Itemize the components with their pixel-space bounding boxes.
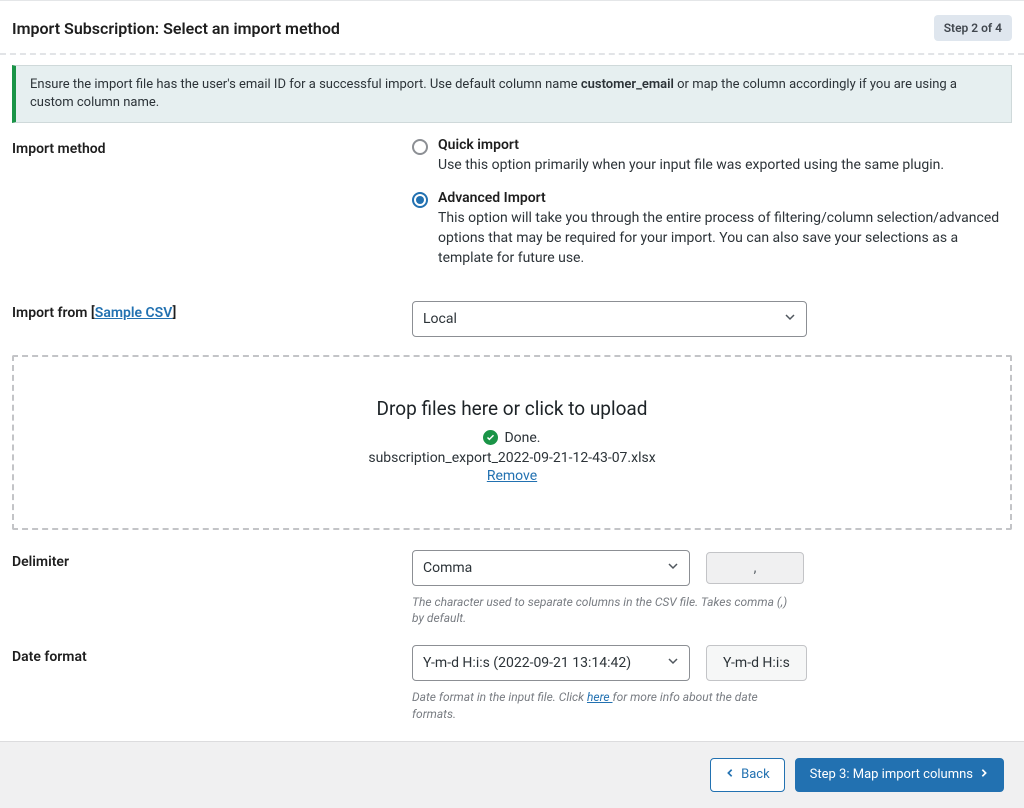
- delimiter-input[interactable]: ,: [706, 552, 804, 584]
- check-circle-icon: [483, 430, 498, 445]
- wizard-footer: Back Step 3: Map import columns: [0, 741, 1024, 808]
- radio-unselected-icon: [412, 139, 428, 155]
- delimiter-help: The character used to separate columns i…: [412, 594, 802, 628]
- import-from-select[interactable]: Local: [412, 301, 807, 337]
- page-title: Import Subscription: Select an import me…: [12, 19, 340, 38]
- import-method-label: Import method: [12, 137, 412, 157]
- date-format-select[interactable]: Y-m-d H:i:s (2022-09-21 13:14:42): [412, 645, 690, 681]
- radio-selected-icon: [412, 192, 428, 208]
- date-format-value: Y-m-d H:i:s (2022-09-21 13:14:42): [423, 655, 631, 671]
- info-notice: Ensure the import file has the user's em…: [12, 65, 1012, 123]
- quick-import-title: Quick import: [438, 137, 944, 153]
- next-button[interactable]: Step 3: Map import columns: [795, 758, 1004, 792]
- import-from-value: Local: [423, 311, 457, 327]
- date-format-help-link[interactable]: here: [587, 690, 613, 704]
- uploaded-filename: subscription_export_2022-09-21-12-43-07.…: [34, 450, 990, 466]
- delimiter-label: Delimiter: [12, 550, 412, 570]
- back-button[interactable]: Back: [710, 758, 785, 792]
- chevron-right-icon: [979, 767, 989, 782]
- step-badge: Step 2 of 4: [934, 15, 1012, 41]
- import-from-label: Import from [Sample CSV]: [12, 301, 412, 321]
- chevron-down-icon: [784, 311, 796, 327]
- advanced-import-title: Advanced Import: [438, 190, 1012, 206]
- chevron-left-icon: [725, 767, 735, 782]
- dropzone-status: Done.: [504, 430, 540, 446]
- delimiter-value: Comma: [423, 560, 472, 576]
- file-dropzone[interactable]: Drop files here or click to upload Done.…: [12, 355, 1012, 530]
- date-format-label: Date format: [12, 645, 412, 665]
- advanced-import-desc: This option will take you through the en…: [438, 208, 1012, 269]
- date-format-preview[interactable]: Y-m-d H:i:s: [706, 645, 807, 681]
- chevron-down-icon: [667, 560, 679, 576]
- import-method-quick[interactable]: Quick import Use this option primarily w…: [412, 137, 1012, 175]
- back-button-label: Back: [741, 767, 770, 782]
- date-format-help: Date format in the input file. Click her…: [412, 689, 802, 723]
- sample-csv-link[interactable]: Sample CSV: [95, 305, 173, 321]
- delimiter-select[interactable]: Comma: [412, 550, 690, 586]
- chevron-down-icon: [667, 655, 679, 671]
- import-method-advanced[interactable]: Advanced Import This option will take yo…: [412, 190, 1012, 269]
- notice-text-bold: customer_email: [581, 77, 674, 92]
- quick-import-desc: Use this option primarily when your inpu…: [438, 155, 944, 175]
- notice-text-pre: Ensure the import file has the user's em…: [30, 77, 581, 92]
- dropzone-title: Drop files here or click to upload: [34, 397, 990, 420]
- remove-file-link[interactable]: Remove: [487, 468, 537, 484]
- next-button-label: Step 3: Map import columns: [810, 767, 973, 782]
